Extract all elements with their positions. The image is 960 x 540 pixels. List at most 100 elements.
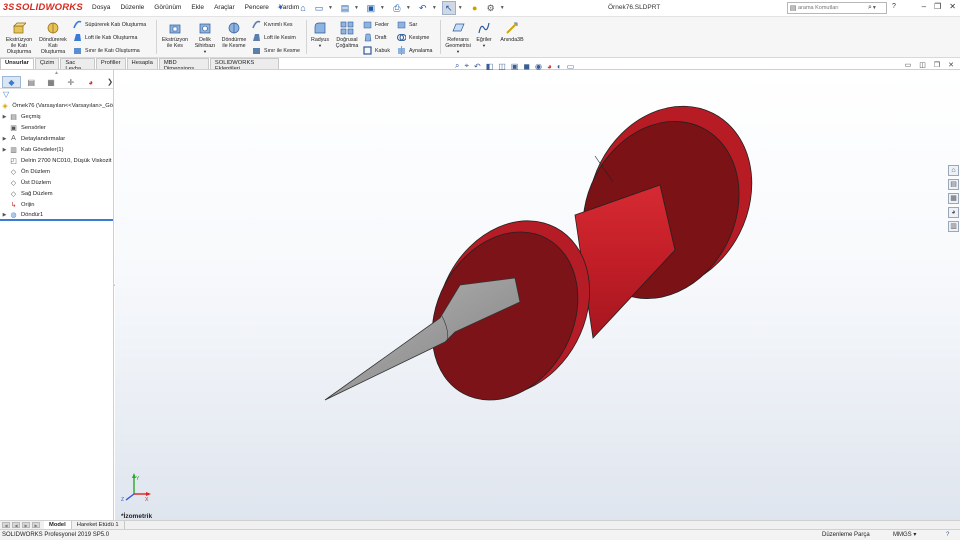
linear-pattern-button[interactable]: Doğrusal Çoğaltma xyxy=(333,20,361,49)
tab-sheet-metal[interactable]: Sac Levha xyxy=(60,58,95,72)
configuration-manager-tab-icon[interactable]: ▦ xyxy=(42,76,61,88)
save-icon[interactable]: ▣ xyxy=(364,1,378,15)
viewport-close-icon[interactable]: ✕ xyxy=(948,61,954,69)
rib-button[interactable]: Feder xyxy=(363,20,389,29)
extrude-boss-button[interactable]: Ekstrüzyon ile Katı Oluşturma xyxy=(3,20,35,55)
revolve-cut-button[interactable]: Döndürme ile Kesme xyxy=(219,20,249,49)
options-dropdown-icon[interactable]: ▼ xyxy=(500,5,505,11)
viewport-minimize-icon[interactable]: ▭ xyxy=(905,61,912,69)
filter-icon[interactable]: ▽ xyxy=(0,89,113,100)
expand-arrow-icon[interactable]: ▶ xyxy=(0,136,9,142)
task-pane-home-icon[interactable]: ⌂ xyxy=(948,165,959,176)
shell-button[interactable]: Kabuk xyxy=(363,46,390,55)
open-icon[interactable]: ▤ xyxy=(338,1,352,15)
tab-solidworks-addins[interactable]: SOLIDWORKS Eklentileri xyxy=(209,58,279,72)
search-input[interactable] xyxy=(798,5,866,11)
instant3d-button[interactable]: Anında3B xyxy=(499,20,525,43)
next-tab-arrow-icon[interactable]: ▶ xyxy=(22,522,30,528)
tree-item[interactable]: ▣ Sensörler xyxy=(0,122,113,133)
task-pane-appearances-icon[interactable]: ◕ xyxy=(948,207,959,218)
curves-button[interactable]: Eğriler ▼ xyxy=(473,20,495,49)
loft-cut-button[interactable]: Loft ile Kesim xyxy=(252,33,296,42)
menu-file[interactable]: Dosya xyxy=(87,4,115,11)
viewport-tile-icon[interactable]: ◫ xyxy=(919,61,926,69)
status-help-icon[interactable]: ? xyxy=(946,530,949,540)
undo-dropdown-icon[interactable]: ▼ xyxy=(432,5,437,11)
last-tab-arrow-icon[interactable]: ▶ xyxy=(32,522,40,528)
menu-edit[interactable]: Düzenle xyxy=(115,4,149,11)
swept-cut-button[interactable]: Kıvrımlı Kes xyxy=(252,20,293,29)
more-tabs-arrow-icon[interactable]: ❯ xyxy=(107,78,113,86)
tree-item[interactable]: ◇ Ön Düzlem xyxy=(0,166,113,177)
tab-mbd-dimensions[interactable]: MBD Dimensions xyxy=(158,58,209,72)
new-dropdown-icon[interactable]: ▼ xyxy=(328,5,333,11)
minimize-button[interactable]: – xyxy=(922,2,926,11)
intersect-button[interactable]: Kesişme xyxy=(397,33,429,42)
apply-scene-icon[interactable]: ◐ xyxy=(557,62,562,71)
tree-item[interactable]: ◇ Üst Düzlem xyxy=(0,177,113,188)
boundary-cut-button[interactable]: Sınır ile Kesme xyxy=(252,46,300,55)
close-button[interactable]: ✕ xyxy=(949,2,956,11)
help-icon[interactable]: ? xyxy=(892,3,896,10)
section-view-icon[interactable]: ◧ xyxy=(486,62,494,71)
search-dropdown-icon[interactable]: ▼ xyxy=(872,5,877,11)
rebuild-icon[interactable]: ● xyxy=(468,1,482,15)
tree-item[interactable]: ▶ A Detaylandırmalar xyxy=(0,133,113,144)
curves-dropdown-icon[interactable]: ▼ xyxy=(482,43,486,49)
tree-item[interactable]: ▶ ▤ Geçmiş xyxy=(0,111,113,122)
extrude-cut-button[interactable]: Ekstrüzyon ile Kes xyxy=(159,20,191,49)
tree-item[interactable]: ◇ Sağ Düzlem xyxy=(0,188,113,199)
draft-button[interactable]: Draft xyxy=(363,33,386,42)
expand-arrow-icon[interactable]: ▶ xyxy=(0,212,9,218)
tree-item[interactable]: ◰ Delrin 2700 NC010, Düşük Viskozit xyxy=(0,155,113,166)
unit-system-selector[interactable]: MMGS ▾ xyxy=(893,530,916,540)
pin-menu-icon[interactable]: ✦ xyxy=(277,3,284,12)
fillet-dropdown-icon[interactable]: ▼ xyxy=(318,43,322,49)
open-dropdown-icon[interactable]: ▼ xyxy=(354,5,359,11)
home-icon[interactable]: ⌂ xyxy=(296,1,310,15)
feature-manager-tab-icon[interactable]: ◆ xyxy=(2,76,21,88)
swept-boss-button[interactable]: Süpürerek Katı Oluşturma xyxy=(73,20,146,29)
display-style-icon[interactable]: ◼ xyxy=(523,62,530,71)
hole-wizard-button[interactable]: Delik Sihirbazı ▼ xyxy=(191,20,219,55)
menu-view[interactable]: Görünüm xyxy=(149,4,186,11)
view-settings-icon[interactable]: ▭ xyxy=(567,62,575,71)
zoom-to-fit-icon[interactable]: ⌕ xyxy=(455,61,459,71)
task-pane-custom-properties-icon[interactable]: ▥ xyxy=(948,221,959,232)
menu-insert[interactable]: Ekle xyxy=(186,4,209,11)
undo-icon[interactable]: ↶ xyxy=(416,1,430,15)
tab-evaluate[interactable]: Hesapla xyxy=(126,58,158,69)
revolve-boss-button[interactable]: Döndürerek Katı Oluşturma xyxy=(37,20,69,55)
task-pane-library-icon[interactable]: ▦ xyxy=(948,193,959,204)
first-tab-arrow-icon[interactable]: ◀ xyxy=(2,522,10,528)
options-gear-icon[interactable]: ⚙ xyxy=(484,1,498,15)
new-document-icon[interactable]: ▭ xyxy=(312,1,326,15)
property-manager-tab-icon[interactable]: ▤ xyxy=(22,76,41,88)
display-manager-tab-icon[interactable]: ◕ xyxy=(81,76,100,88)
reference-geometry-dropdown-icon[interactable]: ▼ xyxy=(456,49,460,55)
menu-window[interactable]: Pencere xyxy=(240,4,274,11)
print-icon[interactable]: ⎙ xyxy=(390,1,404,15)
edit-appearance-icon[interactable]: ◕ xyxy=(547,62,552,71)
dynamic-annotation-icon[interactable]: ◫ xyxy=(498,62,506,71)
previous-view-icon[interactable]: ↶ xyxy=(474,62,481,71)
boundary-boss-button[interactable]: Sınır ile Katı Oluşturma xyxy=(73,46,140,55)
view-orientation-icon[interactable]: ▣ xyxy=(511,62,519,71)
hide-show-items-icon[interactable]: ◉ xyxy=(535,62,542,71)
select-cursor-icon[interactable]: ↖ xyxy=(441,1,456,15)
tree-root-part[interactable]: ◈ Örnek76 (Varsayılan<<Varsayılan>_Gö xyxy=(0,100,113,111)
expand-arrow-icon[interactable]: ▶ xyxy=(0,114,9,120)
graphics-area[interactable]: ⌂ ▤ ▦ ◕ ▥ Y X Z *İzometrik xyxy=(115,70,960,520)
task-pane-resources-icon[interactable]: ▤ xyxy=(948,179,959,190)
tree-item[interactable]: ↳ Orijin xyxy=(0,199,113,210)
mirror-button[interactable]: Aynalama xyxy=(397,46,432,55)
tree-item[interactable]: ▶ ◍ Döndür1 xyxy=(0,210,113,221)
viewport-restore-icon[interactable]: ❐ xyxy=(934,61,940,69)
tab-profiles[interactable]: Profiller xyxy=(95,58,126,69)
restore-button[interactable]: ❐ xyxy=(934,2,941,11)
prev-tab-arrow-icon[interactable]: ◀ xyxy=(12,522,20,528)
wrap-button[interactable]: Sar xyxy=(397,20,417,29)
save-dropdown-icon[interactable]: ▼ xyxy=(380,5,385,11)
hole-wizard-dropdown-icon[interactable]: ▼ xyxy=(203,49,207,55)
loft-boss-button[interactable]: Loft ile Katı Oluşturma xyxy=(73,33,137,42)
